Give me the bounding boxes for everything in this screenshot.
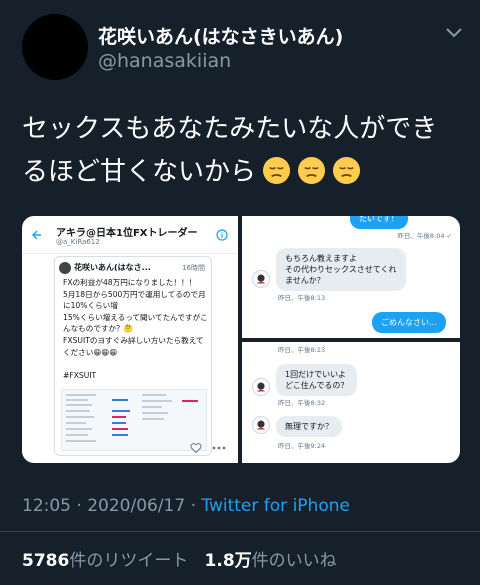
screenshot-header: アキラ@日本1位FXトレーダー @a_KiRa612 — [22, 216, 238, 254]
dm-avatar — [252, 378, 270, 396]
quoted-avatar — [59, 262, 71, 274]
quoted-name: 花咲いあん(はなさ... — [74, 263, 151, 272]
tweet-text: セックスもあなたみたいな人ができ るほど甘くないから — [22, 108, 472, 194]
dm-bubble-received: もちろん教えますよ その代わりセックスさせてくれ ませんか？ — [276, 248, 406, 291]
dm-timestamp: 昨日、午後8:23 — [278, 346, 326, 354]
tweet-timestamp: 12:05 · 2020/06/17 · Twitter for iPhone — [22, 496, 350, 516]
dm-bubble-received: 無理ですか？ — [276, 416, 342, 437]
quoted-trading-screenshot — [61, 389, 207, 451]
heart-icon — [190, 443, 202, 454]
back-arrow-icon — [32, 230, 41, 240]
likes-label: 件のいいね — [251, 551, 337, 571]
likes-stat[interactable]: 1.8万件のいいね — [205, 551, 337, 571]
tweet-text-line1: セックスもあなたみたいな人ができ — [22, 114, 438, 144]
author-avatar[interactable] — [22, 14, 88, 80]
info-icon — [216, 229, 228, 241]
screenshot-profile-handle: @a_KiRa612 — [56, 238, 100, 246]
dm-timestamp: 昨日、午後8:13 — [278, 294, 326, 302]
tweet-stats: 5786件のリツイート 1.8万件のいいね — [22, 546, 337, 571]
tweet-source-link[interactable]: Twitter for iPhone — [201, 496, 350, 516]
pensive-face-icon — [332, 156, 361, 185]
pensive-face-icon — [262, 156, 291, 185]
quoted-text: FXの利益が48万円になりました！！！ 5月18日から500万円で運用してるので… — [63, 278, 208, 380]
retweets-stat[interactable]: 5786件のリツイート — [22, 551, 188, 571]
quoted-time: 16時間 — [182, 264, 205, 272]
likes-count: 1.8万 — [204, 551, 252, 571]
pensive-face-icon — [297, 156, 326, 185]
author-handle[interactable]: @hanasakiian — [98, 50, 231, 72]
dm-bubble-sent: たいです！ — [350, 216, 408, 229]
more-icon — [212, 446, 226, 450]
dm-avatar — [252, 270, 270, 288]
media-image-dm-1[interactable]: たいです！ 昨日、午後8:04 ✓ もちろん教えますよ その代わりセックスさせて… — [242, 216, 460, 338]
dm-timestamp: 昨日、午後9:24 — [278, 442, 326, 450]
dm-avatar — [252, 416, 270, 434]
screenshot-profile-name: アキラ@日本1位FXトレーダー — [56, 228, 198, 239]
dm-bubble-received: 1回だけでいいよ どこ住んでるの？ — [276, 364, 358, 396]
retweets-label: 件のリツイート — [69, 551, 189, 571]
dm-timestamp: 昨日、午後8:04 ✓ — [397, 232, 452, 240]
quoted-tweet-card: 花咲いあん(はなさ... 16時間 FXの利益が48万円になりました！！！ 5月… — [54, 256, 212, 456]
dm-timestamp: 昨日、午後8:32 — [278, 399, 326, 407]
media-image-dm-2[interactable]: 昨日、午後8:23 1回だけでいいよ どこ住んでるの？ 昨日、午後8:32 無理… — [242, 342, 460, 463]
media-grid[interactable]: アキラ@日本1位FXトレーダー @a_KiRa612 花咲いあん(はなさ... … — [22, 216, 460, 463]
divider — [0, 531, 480, 532]
chevron-down-icon[interactable] — [446, 28, 462, 38]
tweet-text-line2: るほど甘くないから — [22, 157, 257, 187]
dm-bubble-sent: ごめんなさい... — [372, 312, 446, 333]
media-image-profile[interactable]: アキラ@日本1位FXトレーダー @a_KiRa612 花咲いあん(はなさ... … — [22, 216, 238, 463]
author-name[interactable]: 花咲いあん(はなさきいあん) — [98, 22, 343, 49]
retweets-count: 5786 — [22, 551, 70, 571]
tweet-time: 12:05 · 2020/06/17 · — [22, 496, 202, 516]
